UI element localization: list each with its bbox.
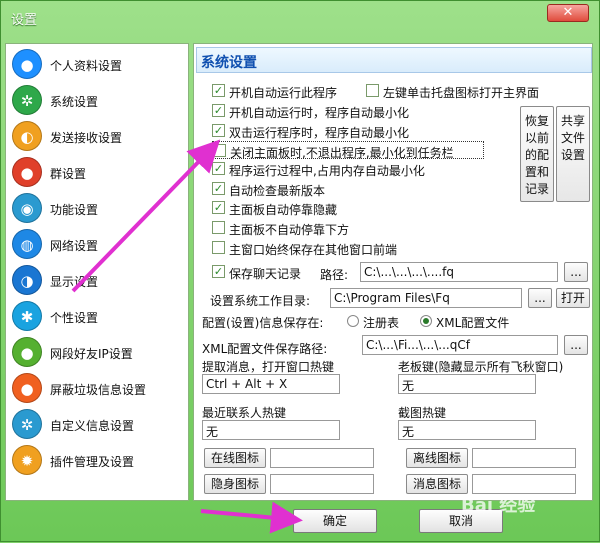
hidden-icon-field[interactable] [270, 474, 374, 494]
sidebar-item-icon: ◍ [12, 229, 42, 259]
checkbox[interactable]: ✓ [212, 162, 225, 175]
xml-path-label: XML配置文件保存路径: [202, 342, 328, 356]
sidebar-item[interactable]: ✱ 个性设置 [6, 298, 188, 334]
checkbox[interactable]: ✓ [212, 84, 225, 97]
sidebar-item-label: 个性设置 [50, 311, 99, 325]
checkbox[interactable] [212, 221, 225, 234]
sidebar-item[interactable]: ✲ 系统设置 [6, 82, 188, 118]
workdir-browse-button[interactable]: ... [528, 288, 552, 308]
chat-path-input[interactable]: C:\...\...\...\....fq [360, 262, 558, 282]
system-settings-panel: 系统设置 ✓ 开机自动运行此程序 左键单击托盘图标打开主界面 ✓ 开机自动运行时… [193, 43, 593, 501]
sidebar-item-label: 自定义信息设置 [50, 419, 135, 433]
checkbox[interactable]: ✓ [212, 124, 225, 137]
sidebar-item-icon: ● [12, 373, 42, 403]
ok-button[interactable]: 确定 [293, 509, 377, 533]
sidebar-item-icon: ✲ [12, 409, 42, 439]
offline-icon-field[interactable] [472, 448, 576, 468]
workdir-input[interactable]: C:\Program Files\Fq [330, 288, 522, 308]
sidebar-item-icon: ◐ [12, 121, 42, 151]
checkbox[interactable]: ✓ [212, 182, 225, 195]
path-label: 路径: [320, 268, 349, 282]
recent-hotkey-label: 最近联系人热键 [202, 406, 287, 420]
settings-sidebar: ● 个人资料设置 ✲ 系统设置 ◐ 发送接收设置 ● 群设置 ◉ 功能设置 ◍ 网络设置 ◑ 显示设置 ✱ 个… [5, 43, 189, 501]
sidebar-item-label: 显示设置 [50, 275, 99, 289]
sidebar-item[interactable]: ◐ 发送接收设置 [6, 118, 188, 154]
recent-hotkey-input[interactable]: 无 [202, 420, 340, 440]
share-files-button[interactable]: 共享文件设置 [556, 106, 590, 202]
restore-config-button[interactable]: 恢复以前的配置和记录 [520, 106, 554, 202]
workdir-label: 设置系统工作目录: [210, 294, 311, 308]
radio-registry-label: 注册表 [363, 316, 400, 330]
sidebar-item[interactable]: ● 个人资料设置 [6, 46, 188, 82]
sidebar-item[interactable]: ✲ 自定义信息设置 [6, 406, 188, 442]
sidebar-item[interactable]: ✹ 插件管理及设置 [6, 442, 188, 478]
sidebar-item-icon: ✲ [12, 85, 42, 115]
sidebar-item[interactable]: ● 屏蔽垃圾信息设置 [6, 370, 188, 406]
watermark-logo: Bai 经验 [461, 495, 536, 516]
checkbox[interactable] [212, 241, 225, 254]
sidebar-item-icon: ◉ [12, 193, 42, 223]
sidebar-item-label: 群设置 [50, 167, 87, 181]
boss-key-input[interactable]: 无 [398, 374, 536, 394]
sidebar-item[interactable]: ● 群设置 [6, 154, 188, 190]
settings-window: 设置 ✕ ● 个人资料设置 ✲ 系统设置 ◐ 发送接收设置 ● 群设置 ◉ 功能设置 ◍ 网络设置 ◑ 显… [0, 0, 600, 542]
checkbox[interactable]: ✓ [212, 201, 225, 214]
hotkey-input[interactable]: Ctrl + Alt + X [202, 374, 340, 394]
sidebar-item[interactable]: ● 网段好友IP设置 [6, 334, 188, 370]
xml-path-input[interactable]: C:\...\Fi...\...\...qCf [362, 335, 558, 355]
section-title: 系统设置 [196, 47, 592, 73]
screenshot-hotkey-input[interactable]: 无 [398, 420, 536, 440]
sidebar-item-label: 个人资料设置 [50, 59, 123, 73]
checkbox[interactable] [213, 144, 226, 157]
window-title: 设置 [11, 13, 38, 28]
close-button[interactable]: ✕ [547, 4, 589, 22]
sidebar-item-label: 系统设置 [50, 95, 99, 109]
option-close-to-tray[interactable]: 关闭主面板时,不退出程序,最小化到任务栏 [212, 141, 484, 160]
title-bar: 设置 ✕ [1, 1, 600, 35]
radio-registry[interactable] [347, 315, 359, 327]
hidden-icon-button[interactable]: 隐身图标 [204, 474, 266, 494]
radio-xml[interactable] [420, 315, 432, 327]
hotkey-label: 提取消息，打开窗口热键 [202, 360, 335, 374]
sidebar-item[interactable]: ◑ 显示设置 [6, 262, 188, 298]
sidebar-item-icon: ● [12, 337, 42, 367]
sidebar-item-icon: ● [12, 49, 42, 79]
config-store-label: 配置(设置)信息保存在: [202, 316, 324, 330]
sidebar-item-label: 屏蔽垃圾信息设置 [50, 383, 147, 397]
workdir-open-button[interactable]: 打开 [556, 288, 590, 308]
checkbox[interactable]: ✓ [212, 265, 225, 278]
sidebar-item[interactable]: ◍ 网络设置 [6, 226, 188, 262]
sidebar-item-icon: ✹ [12, 445, 42, 475]
screenshot-hotkey-label: 截图热键 [398, 406, 447, 420]
radio-xml-label: XML配置文件 [436, 316, 510, 330]
chat-path-browse-button[interactable]: ... [564, 262, 588, 282]
sidebar-item-label: 发送接收设置 [50, 131, 123, 145]
arrow-to-ok-button [200, 501, 303, 534]
online-icon-button[interactable]: 在线图标 [204, 448, 266, 468]
sidebar-item-label: 插件管理及设置 [50, 455, 135, 469]
sidebar-item-icon: ● [12, 157, 42, 187]
checkbox[interactable]: ✓ [212, 104, 225, 117]
sidebar-item-label: 网段好友IP设置 [50, 347, 133, 361]
sidebar-item-icon: ◑ [12, 265, 42, 295]
sidebar-item-label: 功能设置 [50, 203, 99, 217]
checkbox[interactable] [366, 84, 379, 97]
xml-path-browse-button[interactable]: ... [564, 335, 588, 355]
boss-key-label: 老板键(隐藏显示所有飞秋窗口) [398, 360, 564, 374]
sidebar-item[interactable]: ◉ 功能设置 [6, 190, 188, 226]
offline-icon-button[interactable]: 离线图标 [406, 448, 468, 468]
online-icon-field[interactable] [270, 448, 374, 468]
message-icon-button[interactable]: 消息图标 [406, 474, 468, 494]
sidebar-item-label: 网络设置 [50, 239, 99, 253]
sidebar-item-icon: ✱ [12, 301, 42, 331]
